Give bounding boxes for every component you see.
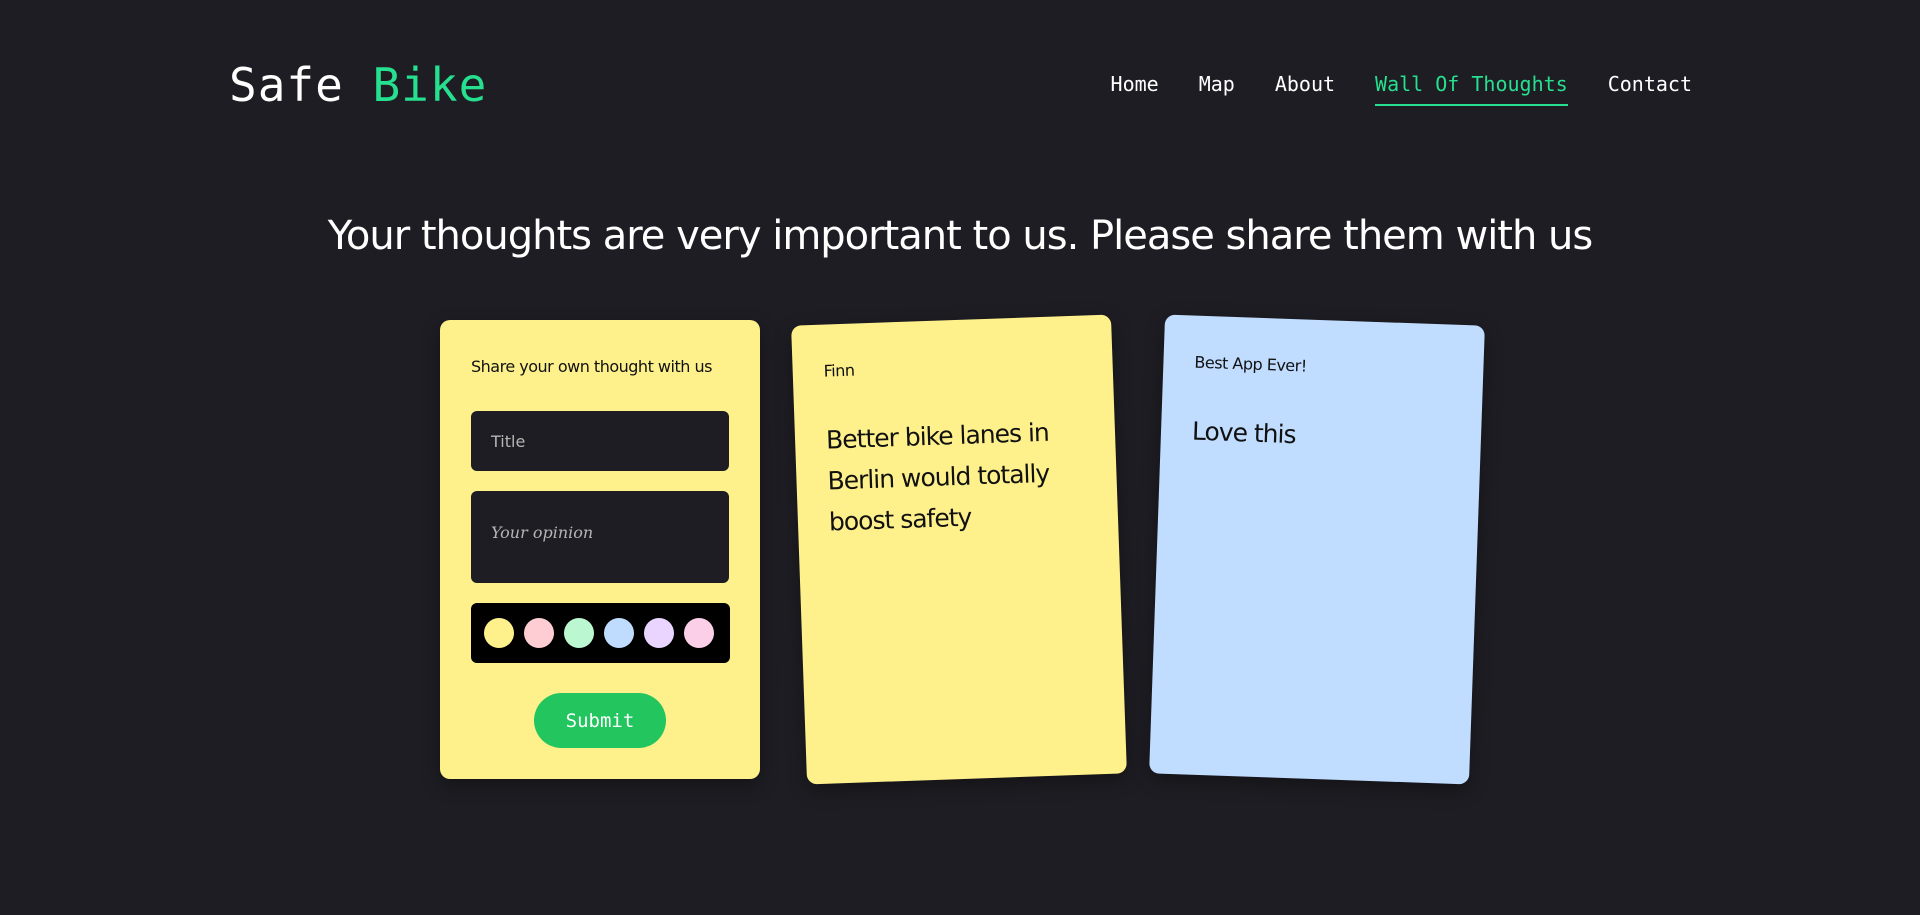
- nav-link-map[interactable]: Map: [1199, 70, 1235, 106]
- title-input[interactable]: [471, 411, 729, 471]
- thought-form-card: Share your own thought with us Submit: [440, 320, 760, 779]
- thought-note: Best App Ever! Love this: [1149, 314, 1485, 785]
- note-title: Best App Ever!: [1194, 352, 1308, 376]
- nav-link-contact[interactable]: Contact: [1608, 70, 1692, 106]
- form-title: Share your own thought with us: [471, 357, 712, 376]
- color-swatch-rose[interactable]: [684, 618, 714, 648]
- color-swatch-pink[interactable]: [524, 618, 554, 648]
- main-nav: Home Map About Wall Of Thoughts Contact: [1111, 70, 1692, 106]
- note-title: Finn: [823, 360, 855, 381]
- color-swatch-blue[interactable]: [604, 618, 634, 648]
- submit-button[interactable]: Submit: [534, 693, 666, 748]
- page-heading: Your thoughts are very important to us. …: [327, 213, 1594, 259]
- nav-link-home[interactable]: Home: [1111, 70, 1159, 106]
- note-body: Love this: [1191, 416, 1297, 450]
- site-logo[interactable]: Safe Bike: [229, 55, 487, 115]
- color-swatch-yellow[interactable]: [484, 618, 514, 648]
- note-body: Better bike lanes in Berlin would totall…: [825, 417, 1050, 537]
- nav-link-wall-of-thoughts[interactable]: Wall Of Thoughts: [1375, 70, 1568, 106]
- logo-word-safe: Safe: [229, 58, 344, 112]
- logo-word-bike: Bike: [372, 58, 488, 112]
- thought-note: Finn Better bike lanes in Berlin would t…: [791, 314, 1127, 785]
- color-picker: [471, 603, 730, 663]
- color-swatch-purple[interactable]: [644, 618, 674, 648]
- nav-link-about[interactable]: About: [1275, 70, 1335, 106]
- color-swatch-green[interactable]: [564, 618, 594, 648]
- opinion-textarea[interactable]: [471, 491, 729, 583]
